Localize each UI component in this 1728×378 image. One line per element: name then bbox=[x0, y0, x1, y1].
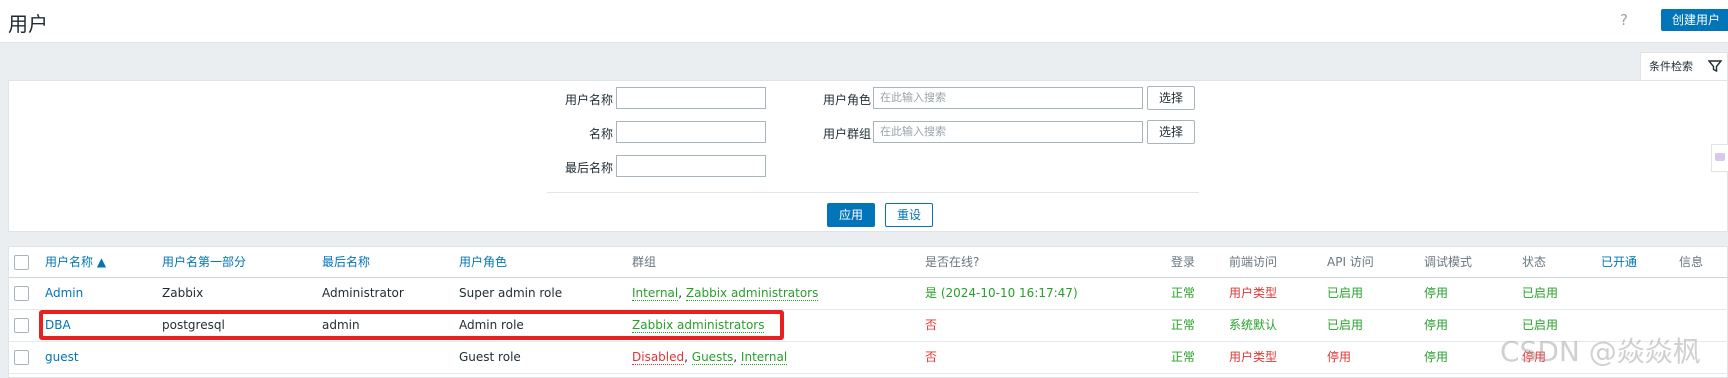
filter-panel: 用户名称 名称 最后名称 用户角色 在此输入搜索 选择 用户群组 在此输入搜索 … bbox=[8, 80, 1728, 232]
side-handle[interactable] bbox=[1711, 144, 1728, 172]
group-link[interactable]: Internal bbox=[632, 286, 679, 301]
table-row: Admin Zabbix Administrator Super admin r… bbox=[9, 277, 1728, 310]
debug-mode: 停用 bbox=[1424, 350, 1449, 364]
col-frontend: 前端访问 bbox=[1229, 255, 1278, 269]
col-api: API 访问 bbox=[1327, 255, 1374, 269]
group-link[interactable]: Guests bbox=[691, 350, 734, 365]
user-status: 已启用 bbox=[1522, 286, 1559, 300]
group-link[interactable]: Disabled bbox=[632, 350, 685, 365]
online-status: 否 bbox=[925, 318, 938, 332]
role-search-input[interactable]: 在此输入搜索 bbox=[873, 87, 1143, 109]
last-name: Administrator bbox=[322, 286, 404, 300]
row-checkbox[interactable] bbox=[14, 286, 29, 301]
login-status: 正常 bbox=[1171, 286, 1196, 300]
filter-tab-label: 条件检索 bbox=[1649, 60, 1693, 73]
group-link[interactable]: Zabbix administrators bbox=[685, 286, 819, 301]
group-label: 用户群组 bbox=[822, 127, 871, 141]
groups-cell: Internal, Zabbix administrators bbox=[632, 286, 819, 301]
col-info: 信息 bbox=[1679, 255, 1704, 269]
role: Super admin role bbox=[459, 286, 563, 300]
col-username[interactable]: 用户名称 ▲ bbox=[45, 247, 106, 277]
funnel-icon bbox=[1707, 60, 1723, 73]
filter-tab[interactable]: 条件检索 bbox=[1640, 52, 1728, 80]
debug-mode: 停用 bbox=[1424, 286, 1449, 300]
role: Guest role bbox=[459, 350, 521, 364]
col-provisioned[interactable]: 已开通 bbox=[1601, 247, 1637, 277]
username-input[interactable] bbox=[616, 87, 766, 109]
col-status: 状态 bbox=[1522, 255, 1547, 269]
login-status: 正常 bbox=[1171, 350, 1196, 364]
apply-button[interactable]: 应用 bbox=[827, 203, 875, 227]
username-label: 用户名称 bbox=[564, 93, 613, 107]
col-role[interactable]: 用户角色 bbox=[459, 247, 507, 277]
reset-button[interactable]: 重设 bbox=[885, 203, 933, 227]
filter-divider bbox=[547, 192, 1199, 193]
col-debug: 调试模式 bbox=[1424, 255, 1473, 269]
highlight-box bbox=[39, 310, 784, 340]
select-all-checkbox[interactable] bbox=[14, 255, 29, 270]
page-title: 用户 bbox=[8, 12, 48, 36]
username-link[interactable]: Admin bbox=[45, 277, 83, 309]
col-last-name[interactable]: 最后名称 bbox=[322, 247, 370, 277]
online-status: 是 (2024-10-10 16:17:47) bbox=[925, 286, 1078, 300]
lastname-label: 最后名称 bbox=[564, 161, 613, 175]
online-status: 否 bbox=[925, 350, 938, 364]
help-icon[interactable]: ? bbox=[1620, 11, 1628, 29]
col-first-name[interactable]: 用户名第一部分 bbox=[162, 247, 246, 277]
login-status: 正常 bbox=[1171, 318, 1196, 332]
col-login: 登录 bbox=[1171, 255, 1196, 269]
name-label: 名称 bbox=[588, 127, 613, 141]
role-label: 用户角色 bbox=[822, 93, 871, 107]
debug-mode: 停用 bbox=[1424, 318, 1449, 332]
frontend-access: 系统默认 bbox=[1229, 318, 1278, 332]
frontend-access: 用户类型 bbox=[1229, 350, 1278, 364]
api-access: 已启用 bbox=[1327, 286, 1364, 300]
username-link[interactable]: guest bbox=[45, 341, 79, 373]
row-checkbox[interactable] bbox=[14, 350, 29, 365]
first-name: Zabbix bbox=[162, 286, 204, 300]
role-select-button[interactable]: 选择 bbox=[1147, 86, 1195, 110]
groups-cell: Disabled, Guests, Internal bbox=[632, 350, 788, 365]
lastname-input[interactable] bbox=[616, 155, 766, 177]
col-online: 是否在线? bbox=[925, 255, 980, 269]
col-groups: 群组 bbox=[632, 255, 657, 269]
table-header: 用户名称 ▲ 用户名第一部分 最后名称 用户角色 群组 是否在线? 登录 前端访… bbox=[9, 247, 1728, 278]
group-search-input[interactable]: 在此输入搜索 bbox=[873, 121, 1143, 143]
group-select-button[interactable]: 选择 bbox=[1147, 120, 1195, 144]
group-link[interactable]: Internal bbox=[740, 350, 788, 365]
table-row: guest Guest role Disabled, Guests, Inter… bbox=[9, 341, 1728, 374]
page-header: 用户 ? 创建用户 bbox=[0, 0, 1728, 43]
create-user-button[interactable]: 创建用户 bbox=[1661, 9, 1728, 31]
name-input[interactable] bbox=[616, 121, 766, 143]
api-access: 停用 bbox=[1327, 350, 1352, 364]
watermark: CSDN @焱焱枫 bbox=[1500, 335, 1701, 368]
frontend-access: 用户类型 bbox=[1229, 286, 1278, 300]
side-handle-icon bbox=[1715, 153, 1725, 161]
api-access: 已启用 bbox=[1327, 318, 1364, 332]
row-checkbox[interactable] bbox=[14, 318, 29, 333]
